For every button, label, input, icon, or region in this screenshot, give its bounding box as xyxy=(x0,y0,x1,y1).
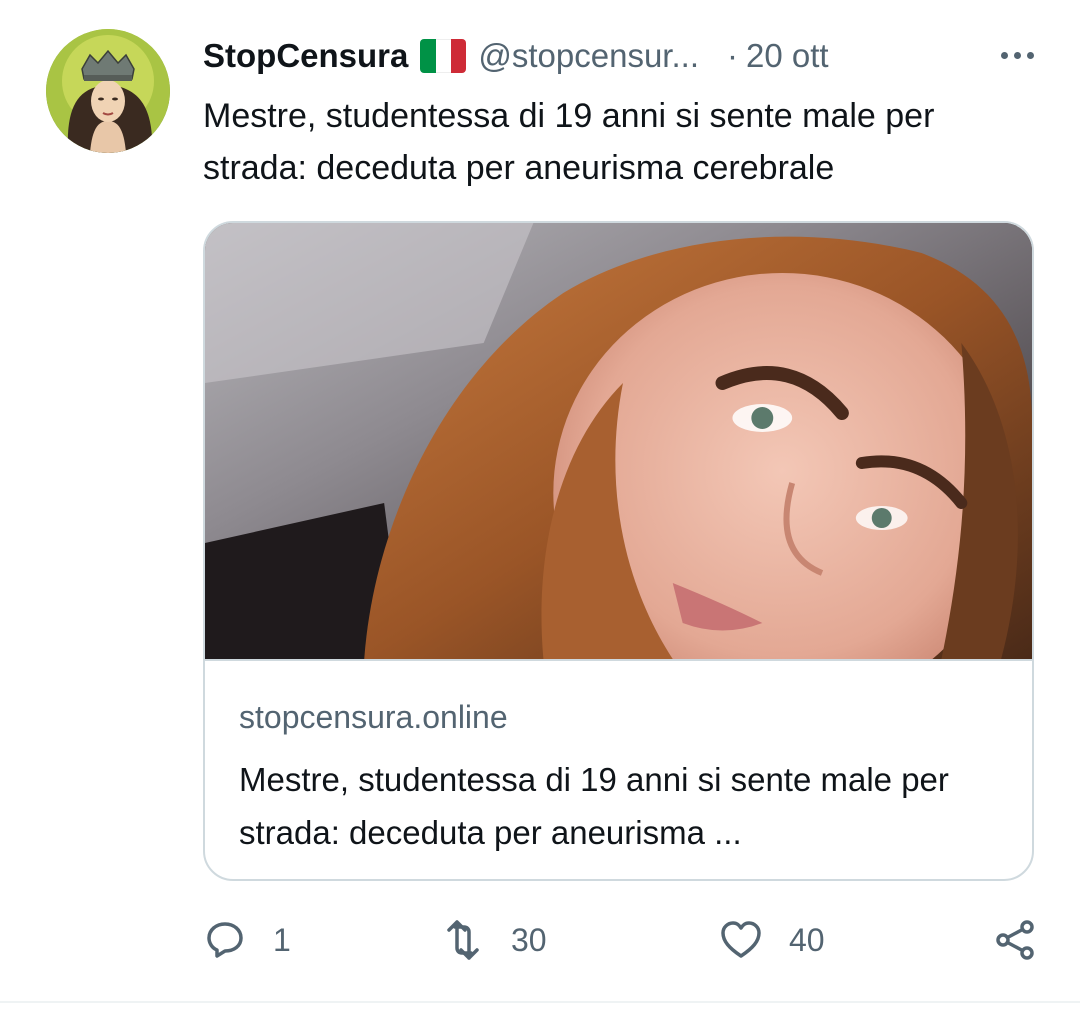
heart-icon xyxy=(721,921,761,958)
more-options-icon[interactable] xyxy=(1001,40,1034,70)
share-button[interactable] xyxy=(993,918,1037,962)
card-image xyxy=(205,223,1032,659)
card-divider xyxy=(205,659,1032,661)
tweet-header: StopCensura @stopcensur... · 20 ott xyxy=(203,34,1040,78)
avatar-image xyxy=(46,29,170,153)
card-title: Mestre, studentessa di 19 anni si sente … xyxy=(239,761,949,851)
user-handle[interactable]: @stopcensur... xyxy=(478,37,699,75)
card-domain: stopcensura.online xyxy=(239,699,508,735)
tweet-actions: 1 30 40 xyxy=(203,918,1043,968)
like-button[interactable]: 40 xyxy=(719,918,825,962)
avatar[interactable] xyxy=(46,29,170,153)
separator-dot: · xyxy=(726,37,738,74)
reply-button[interactable]: 1 xyxy=(203,918,291,962)
display-name[interactable]: StopCensura xyxy=(203,37,408,75)
tweet-text: Mestre, studentessa di 19 anni si sente … xyxy=(203,97,935,187)
tweet-date[interactable]: 20 ott xyxy=(746,37,829,75)
share-icon xyxy=(996,920,1034,960)
reply-count: 1 xyxy=(273,921,291,958)
retweet-button[interactable]: 30 xyxy=(441,918,547,962)
reply-icon xyxy=(207,922,243,958)
italy-flag-icon xyxy=(420,39,467,73)
link-card[interactable]: stopcensura.online Mestre, studentessa d… xyxy=(203,221,1034,881)
retweet-icon xyxy=(447,920,479,960)
retweet-count: 30 xyxy=(511,921,547,958)
like-count: 40 xyxy=(789,921,825,958)
tweet-divider xyxy=(0,1001,1080,1003)
